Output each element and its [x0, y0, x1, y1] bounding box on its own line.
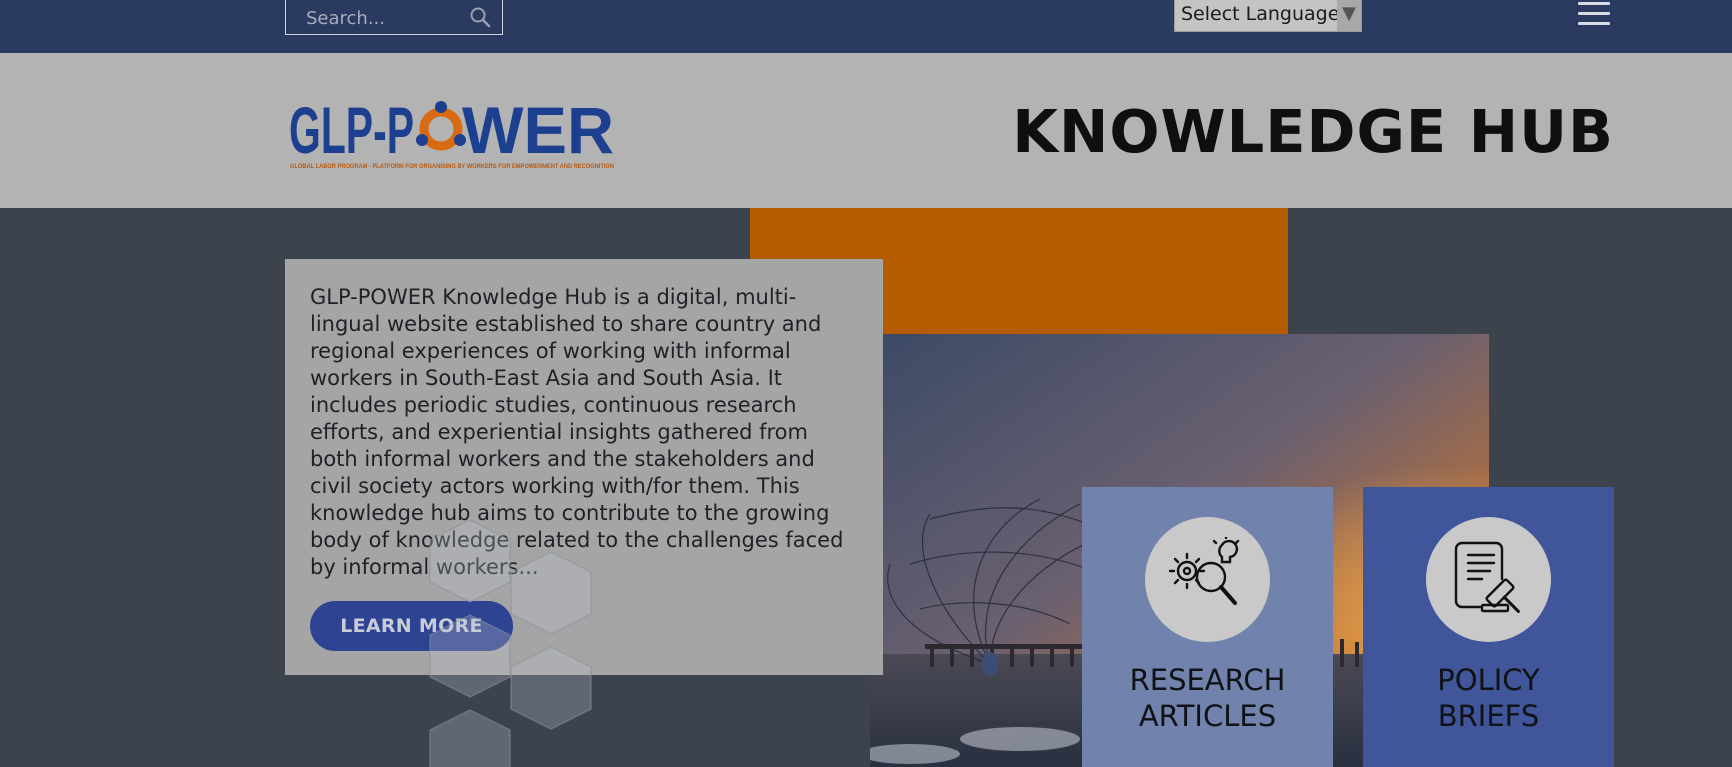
logo-graphic: GLP-P WER GLOBAL LABOR PROGRAM - PLATFOR… [289, 93, 614, 170]
tile-label-line1: POLICY [1437, 663, 1540, 697]
search-icon[interactable] [468, 5, 492, 29]
policy-briefs-label: POLICY BRIEFS [1363, 662, 1614, 734]
svg-text:GLP-P: GLP-P [289, 93, 414, 167]
language-select[interactable]: Select Language ▼ [1174, 0, 1362, 32]
dropdown-arrow-icon: ▼ [1337, 0, 1361, 31]
tile-label-line1: RESEARCH [1129, 663, 1286, 697]
tile-label-line2: ARTICLES [1138, 699, 1277, 733]
research-icon-circle [1145, 517, 1270, 642]
logo-tagline: GLOBAL LABOR PROGRAM - PLATFORM FOR ORGA… [290, 163, 614, 170]
research-articles-tile[interactable]: RESEARCH ARTICLES [1082, 487, 1333, 767]
policy-briefs-tile[interactable]: POLICY BRIEFS [1363, 487, 1614, 767]
page-title: KNOWLEDGE HUB [1012, 97, 1614, 166]
hamburger-menu-icon[interactable] [1578, 2, 1610, 30]
document-gavel-icon [1454, 541, 1520, 613]
logo[interactable]: GLP-P WER GLOBAL LABOR PROGRAM - PLATFOR… [289, 91, 619, 171]
intro-text: GLP-POWER Knowledge Hub is a digital, mu… [310, 285, 844, 579]
research-articles-label: RESEARCH ARTICLES [1082, 662, 1333, 734]
top-bar: Select Language ▼ [0, 0, 1732, 53]
search-box[interactable] [285, 0, 503, 35]
search-input[interactable] [304, 3, 458, 33]
tile-label-line2: BRIEFS [1437, 699, 1540, 733]
svg-text:WER: WER [462, 93, 614, 167]
research-gear-magnifier-icon [1168, 537, 1240, 605]
policy-icon-circle [1426, 517, 1551, 642]
intro-card: GLP-POWER Knowledge Hub is a digital, mu… [285, 259, 883, 675]
language-select-label: Select Language [1181, 3, 1340, 25]
site-header: GLP-P WER GLOBAL LABOR PROGRAM - PLATFOR… [0, 53, 1732, 208]
learn-more-button[interactable]: LEARN MORE [310, 601, 513, 651]
